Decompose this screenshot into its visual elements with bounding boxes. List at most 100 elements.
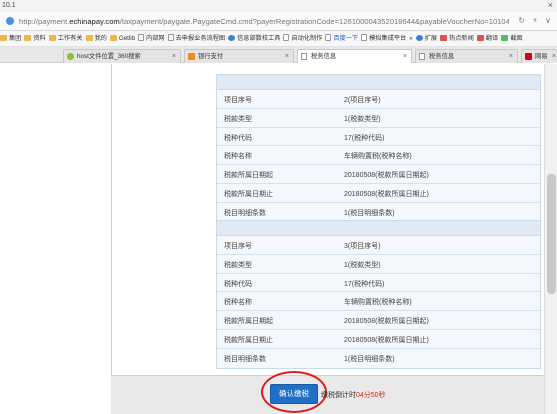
folder-icon — [24, 35, 32, 41]
field-value: 1(税目明细条数) — [344, 209, 395, 217]
url-prefix: http://payment. — [19, 17, 70, 26]
bookmark-item[interactable]: 信息部数校工具 — [228, 31, 280, 46]
bookmark-item[interactable]: 内部网 — [138, 31, 165, 46]
refresh-icon[interactable]: ↻ — [518, 16, 525, 25]
vertical-scrollbar[interactable] — [544, 64, 557, 414]
folder-icon — [0, 35, 7, 41]
field-label: 税款所属日期止 — [224, 336, 273, 344]
bookmark-label: 百度一下 — [333, 35, 359, 42]
tab-item[interactable]: host文件位置_360搜索 × — [63, 49, 181, 63]
translate-icon — [476, 35, 484, 41]
address-bar: http://payment.echinapay.com/taxpayment/… — [0, 12, 557, 31]
tab-item[interactable]: 银行支付 × — [184, 49, 294, 63]
bookmark-item[interactable]: » — [409, 31, 413, 46]
bookmark-item[interactable]: 我的 — [85, 31, 107, 46]
field-label: 税款类型 — [224, 115, 252, 123]
field-value: 1(税目明细条数) — [344, 355, 395, 363]
scrollbar-thumb[interactable] — [547, 174, 556, 294]
table-row: 税款类型 1(税款类型) — [217, 254, 540, 274]
bookmark-item[interactable]: 热点新闻 — [440, 31, 474, 46]
close-tab-icon[interactable]: × — [172, 50, 176, 63]
window-title-strip: 10.1 × — [0, 0, 557, 12]
bookmark-item[interactable]: 翻译 — [476, 31, 498, 46]
close-tab-icon[interactable]: × — [285, 50, 289, 63]
field-value: 3(项目序号) — [344, 243, 381, 250]
bookmark-item[interactable]: 百度一下 — [325, 31, 359, 46]
tab-item[interactable]: 网易 × — [521, 49, 557, 63]
tax-record-table: 项目序号 2(项目序号) 税款类型 1(税款类型) 税种代码 17(税种代码) 税种名称 车辆… — [216, 74, 541, 223]
bookmark-item[interactable]: 模拟集成平台 — [361, 31, 406, 46]
field-label: 税目明细条数 — [224, 355, 266, 363]
field-label: 税款类型 — [224, 261, 252, 269]
table-row: 税种名称 车辆购置税(税种名称) — [217, 146, 540, 166]
dropdown-icon[interactable]: ∨ — [545, 16, 551, 25]
field-label: 税种名称 — [224, 299, 252, 307]
search360-icon — [67, 53, 74, 60]
tab-label: 税务信息 — [429, 53, 455, 60]
url-input[interactable]: http://payment.echinapay.com/taxpayment/… — [19, 17, 509, 26]
bookmarks-bar: 集团 资料 工作有关 我的 Getlib 内部网 去申报业务流程图 信息部数校工具 自动化制作 百… — [0, 31, 557, 47]
bookmark-item[interactable]: 截图 — [501, 31, 523, 46]
bookmark-label: » — [409, 35, 413, 42]
table-row: 税种名称 车辆购置税(税种名称) — [217, 292, 540, 312]
field-value: 20180508(税款所属日期起) — [344, 172, 429, 180]
tab-strip: host文件位置_360搜索 × 银行支付 × 税务信息 × 税务信息 × 网易 × — [0, 47, 557, 63]
bookmark-item[interactable]: 工作有关 — [48, 31, 83, 46]
bookmark-label: 内部网 — [146, 35, 165, 42]
close-icon[interactable]: × — [548, 0, 553, 10]
close-tab-icon[interactable]: × — [509, 50, 513, 63]
bookmark-label: 热点新闻 — [449, 35, 474, 42]
close-tab-icon[interactable]: × — [552, 50, 556, 63]
table-row: 项目序号 2(项目序号) — [217, 90, 540, 109]
field-label: 项目序号 — [224, 243, 252, 250]
address-controls: ↻ ⚡ ∨ — [513, 16, 551, 25]
tab-item[interactable]: 税务信息 × — [415, 49, 518, 63]
bookmark-item[interactable]: 资料 — [24, 31, 46, 46]
bookmark-item[interactable]: 去申报业务流程图 — [167, 31, 226, 46]
page-icon — [167, 34, 174, 41]
bookmark-item[interactable]: 自动化制作 — [283, 31, 323, 46]
field-value: 17(税种代码) — [344, 134, 385, 142]
field-label: 项目序号 — [224, 97, 252, 104]
site-icon — [6, 17, 14, 25]
table-row: 税款所属日期起 20180508(税款所属日期起) — [217, 165, 540, 184]
bookmark-item[interactable]: Getlib — [109, 31, 135, 46]
table-header-band — [217, 75, 540, 90]
url-rest: /taxpayment/paygate.PaygateCmd.cmd?payer… — [119, 17, 509, 26]
bookmark-item[interactable]: 集团 — [0, 31, 21, 46]
table-row: 税种代码 17(税种代码) — [217, 127, 540, 147]
page-icon — [283, 34, 290, 41]
pay-icon — [188, 53, 195, 60]
bookmark-label: 去申报业务流程图 — [175, 35, 226, 42]
table-row: 税款所属日期止 20180508(税款所属日期止) — [217, 329, 540, 349]
page-icon — [419, 53, 425, 60]
flash-icon[interactable]: ⚡ — [532, 16, 538, 25]
scissors-icon — [501, 35, 509, 41]
tab-item[interactable]: 税务信息 × — [297, 49, 412, 63]
bookmark-label: 我的 — [94, 35, 107, 42]
field-value: 20180508(税款所属日期起) — [344, 318, 429, 326]
table-row: 税款所属日期起 20180508(税款所属日期起) — [217, 311, 540, 330]
field-label: 税款所属日期起 — [224, 172, 273, 180]
field-label: 税款所属日期起 — [224, 318, 273, 326]
bookmark-item[interactable]: 扩展 — [415, 31, 437, 46]
bookmark-label: 截图 — [510, 35, 523, 42]
tab-label: host文件位置_360搜索 — [77, 53, 141, 60]
folder-icon — [109, 35, 117, 41]
close-tab-icon[interactable]: × — [403, 50, 407, 63]
field-value: 20180508(税款所属日期止) — [344, 190, 429, 198]
confirm-pay-tax-button[interactable]: 确认缴税 — [270, 384, 318, 404]
table-row: 项目序号 3(项目序号) — [217, 236, 540, 255]
field-value: 车辆购置税(税种名称) — [344, 153, 412, 161]
table-header-band — [217, 221, 540, 236]
folder-icon — [48, 35, 56, 41]
table-row: 税目明细条数 1(税目明细条数) — [217, 202, 540, 222]
field-value: 1(税款类型) — [344, 261, 381, 269]
folder-icon — [85, 35, 93, 41]
countdown-time: 04分50秒 — [356, 392, 386, 399]
field-value: 20180508(税款所属日期止) — [344, 336, 429, 344]
page-icon — [325, 34, 332, 41]
bookmark-label: 自动化制作 — [291, 35, 323, 42]
field-label: 税种代码 — [224, 280, 252, 288]
tab-label: 税务信息 — [311, 53, 337, 60]
